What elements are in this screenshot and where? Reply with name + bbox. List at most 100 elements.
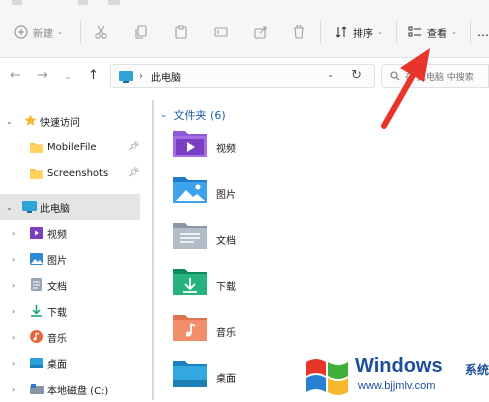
sidebar-item-screenshots[interactable]: Screenshots 📌︎ — [0, 160, 140, 186]
pc-icon — [22, 201, 37, 217]
folder-item-music[interactable]: 音乐 — [172, 312, 292, 348]
star-icon — [24, 114, 37, 130]
sort-icon — [334, 25, 348, 39]
chevron-down-icon: ⌄ — [451, 28, 457, 36]
rename-button[interactable] — [214, 20, 228, 44]
chevron-down-icon[interactable]: ⌄ — [6, 117, 13, 126]
chevron-down-icon[interactable]: ⌄ — [160, 110, 168, 120]
video-icon — [30, 227, 43, 242]
pin-icon: 📌︎ — [128, 142, 140, 152]
group-title: 文件夹 (6) — [173, 109, 226, 122]
sidebar-item-mobilefile[interactable]: MobileFile 📌︎ — [0, 134, 140, 160]
annotation-arrow-icon — [381, 48, 430, 129]
folder-label: 视频 — [216, 144, 236, 155]
sidebar-item-label: 本地磁盘 (C:) — [47, 385, 109, 397]
sidebar-scrollbar[interactable] — [152, 100, 154, 400]
desktop-folder-icon — [173, 361, 207, 387]
sidebar-item-desktop[interactable]: › 桌面 — [0, 350, 140, 376]
document-icon — [31, 278, 42, 294]
folder-item-documents[interactable]: 文档 — [172, 220, 292, 256]
share-button[interactable] — [254, 20, 268, 44]
sidebar-item-label: MobileFile — [47, 141, 97, 153]
cut-button[interactable] — [94, 20, 108, 44]
sidebar-item-label: 视频 — [47, 229, 67, 241]
sidebar-item-label: 下载 — [47, 307, 67, 319]
drive-icon — [30, 384, 44, 397]
music-folder-icon — [173, 315, 207, 341]
up-arrow-icon[interactable]: ↑ — [88, 68, 99, 83]
folder-icon — [30, 168, 43, 182]
sort-button[interactable]: 排序 ⌄ — [334, 20, 383, 44]
view-button-label: 查看 — [427, 28, 447, 40]
address-dropdown-icon[interactable]: ⌄ — [327, 70, 334, 79]
folder-label: 图片 — [216, 190, 236, 201]
sort-button-label: 排序 — [353, 28, 373, 40]
back-arrow-icon[interactable]: ← — [10, 68, 21, 83]
folder-item-pictures[interactable]: 图片 — [172, 174, 292, 210]
chevron-right-icon[interactable]: › — [12, 229, 15, 238]
chevron-right-icon[interactable]: › — [12, 385, 15, 394]
delete-button[interactable] — [292, 20, 306, 44]
folder-item-videos[interactable]: 视频 — [172, 128, 292, 164]
chevron-right-icon[interactable]: › — [12, 307, 15, 316]
copy-button[interactable] — [134, 20, 148, 44]
recent-chevron-icon[interactable]: ⌄ — [64, 72, 72, 82]
sidebar-item-label: 音乐 — [47, 333, 67, 345]
sidebar-item-label: 快速访问 — [40, 117, 80, 129]
breadcrumb-this-pc[interactable]: 此电脑 — [151, 69, 181, 84]
sidebar-item-pictures[interactable]: › 图片 — [0, 246, 140, 272]
address-bar[interactable]: › 此电脑 ⌄ ↻ — [110, 64, 375, 88]
chevron-right-icon[interactable]: › — [12, 281, 15, 290]
ellipsis-icon: … — [477, 25, 489, 39]
sidebar-item-videos[interactable]: › 视频 — [0, 220, 140, 246]
sidebar-item-label: Screenshots — [47, 167, 109, 179]
folder-label: 桌面 — [216, 374, 236, 385]
toolbar-divider — [470, 20, 471, 44]
music-icon — [30, 330, 43, 346]
title-bar-sliver — [8, 0, 138, 8]
sidebar-item-documents[interactable]: › 文档 — [0, 272, 140, 298]
chevron-down-icon[interactable]: ⌄ — [6, 203, 13, 212]
more-options-button[interactable]: … — [477, 20, 489, 44]
paste-button[interactable] — [174, 20, 188, 44]
sidebar-item-local-disk-c[interactable]: › 本地磁盘 (C:) — [0, 376, 140, 402]
pin-icon: 📌︎ — [128, 168, 140, 178]
navigation-pane: ⌄ 快速访问 MobileFile 📌︎ Screenshots 📌︎ ⌄ 此电… — [0, 100, 150, 402]
rename-icon — [214, 25, 228, 39]
video-folder-icon — [173, 131, 207, 157]
plus-circle-icon — [14, 25, 28, 39]
sidebar-item-downloads[interactable]: › 下载 — [0, 298, 140, 324]
watermark-brand: Windows — [355, 355, 443, 377]
breadcrumb-chevron-icon: › — [139, 70, 143, 82]
chevron-right-icon[interactable]: › — [12, 255, 15, 264]
folders-group-header[interactable]: ⌄ 文件夹 (6) — [160, 107, 226, 123]
scissors-icon — [94, 25, 108, 39]
toolbar-divider — [396, 20, 397, 44]
new-button-label: 新建 — [33, 28, 53, 40]
folder-item-desktop[interactable]: 桌面 — [172, 358, 292, 394]
watermark-suffix: 系统之家 — [465, 363, 489, 377]
forward-arrow-icon[interactable]: → — [37, 68, 48, 83]
pc-icon — [119, 71, 133, 83]
sidebar-item-quick-access[interactable]: ⌄ 快速访问 — [0, 108, 140, 134]
sidebar-item-this-pc[interactable]: ⌄ 此电脑 — [0, 194, 140, 220]
view-button[interactable]: 查看 ⌄ — [408, 20, 457, 44]
windows-logo-icon — [306, 359, 348, 395]
watermark-url: www.bjjmlv.com — [358, 380, 436, 392]
sidebar-item-music[interactable]: › 音乐 — [0, 324, 140, 350]
download-folder-icon — [173, 269, 207, 295]
folder-item-downloads[interactable]: 下载 — [172, 266, 292, 302]
share-icon — [254, 25, 268, 39]
download-icon — [30, 304, 43, 320]
watermark: Windows 系统之家 www.bjjmlv.com — [300, 352, 489, 402]
refresh-icon[interactable]: ↻ — [351, 68, 362, 83]
sidebar-item-label: 图片 — [47, 255, 67, 267]
chevron-right-icon[interactable]: › — [12, 333, 15, 342]
desktop-icon — [30, 358, 43, 371]
chevron-right-icon[interactable]: › — [12, 359, 15, 368]
sidebar-item-label: 此电脑 — [40, 203, 70, 215]
new-button[interactable]: 新建 ⌄ — [14, 20, 63, 44]
folder-label: 音乐 — [216, 328, 236, 339]
folder-icon — [30, 142, 43, 156]
trash-icon — [292, 25, 306, 39]
